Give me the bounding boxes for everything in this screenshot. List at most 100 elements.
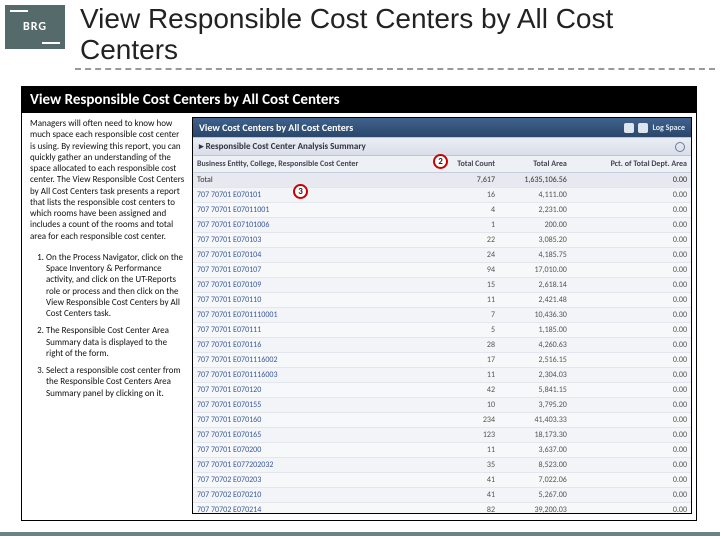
cell-count: 11	[434, 293, 499, 308]
table-row[interactable]: 707 70701 E0701100142,231.000.00	[193, 203, 691, 218]
cell-name: 707 70701 E070200	[193, 443, 434, 458]
cell-area: 2,231.00	[499, 203, 571, 218]
table-row[interactable]: 707 70701 E070104244,185.750.00	[193, 248, 691, 263]
cell-pct: 0.00	[571, 188, 691, 203]
step-item: On the Process Navigator, click on the S…	[46, 252, 186, 320]
cell-pct: 0.00	[571, 278, 691, 293]
cell-name: 707 70701 E070110	[193, 293, 434, 308]
callout-3: 3	[293, 184, 308, 199]
cell-name: 707 70701 E070104	[193, 248, 434, 263]
table-row[interactable]: 707 70701 E071010061200.000.00	[193, 218, 691, 233]
cell-count: 35	[434, 458, 499, 473]
cell-name: 707 70701 E070103	[193, 233, 434, 248]
table-row[interactable]: 707 70701 E077202032358,523.000.00	[193, 458, 691, 473]
cell-count: 123	[434, 428, 499, 443]
footer-divider	[0, 532, 720, 536]
table-row[interactable]: 707 70701 E070200113,637.000.00	[193, 443, 691, 458]
cell-area: 4,185.75	[499, 248, 571, 263]
print-icon[interactable]	[624, 123, 634, 133]
cell-pct: 0.00	[571, 293, 691, 308]
cell-pct: 0.00	[571, 218, 691, 233]
table-row[interactable]: 707 70701 E070120425,841.150.00	[193, 383, 691, 398]
cell-pct: 0.00	[571, 353, 691, 368]
cell-pct: 0.00	[571, 338, 691, 353]
section-heading: View Responsible Cost Centers by All Cos…	[22, 87, 696, 113]
cell-count: 7,617	[434, 173, 499, 188]
table-row[interactable]: Total7,6171,635,106.560.00	[193, 173, 691, 188]
cell-name: 707 70701 E070165	[193, 428, 434, 443]
table-row[interactable]: 707 70702 E070203417,022.060.00	[193, 473, 691, 488]
cell-area: 18,173.30	[499, 428, 571, 443]
summary-table: Business Entity, College, Responsible Co…	[193, 156, 691, 514]
content-frame: View Responsible Cost Centers by All Cos…	[21, 86, 697, 521]
titlebar-icons: Log Space	[624, 123, 685, 133]
cell-count: 41	[434, 488, 499, 503]
title-divider	[75, 68, 715, 70]
cell-area: 10,436.30	[499, 308, 571, 323]
cell-area: 4,111.00	[499, 188, 571, 203]
export-icon[interactable]	[638, 123, 648, 133]
cell-count: 94	[434, 263, 499, 278]
cell-pct: 0.00	[571, 458, 691, 473]
col-pct: Pct. of Total Dept. Area	[571, 156, 691, 173]
cell-name: 707 70701 E07101006	[193, 218, 434, 233]
table-row[interactable]: 707 70701 E07011151,185.000.00	[193, 323, 691, 338]
intro-paragraph: Managers will often need to know how muc…	[30, 118, 186, 242]
cell-pct: 0.00	[571, 473, 691, 488]
cell-pct: 0.00	[571, 173, 691, 188]
table-row[interactable]: 707 70701 E0701079417,010.000.00	[193, 263, 691, 278]
cell-count: 7	[434, 308, 499, 323]
summary-header: ▸ Responsible Cost Center Analysis Summa…	[193, 137, 691, 156]
cell-count: 234	[434, 413, 499, 428]
table-row[interactable]: 707 70701 E0701116003112,304.030.00	[193, 368, 691, 383]
report-panel: View Cost Centers by All Cost Centers Lo…	[192, 117, 692, 514]
cell-area: 2,516.15	[499, 353, 571, 368]
table-row[interactable]: 707 70701 E070103223,085.200.00	[193, 233, 691, 248]
step-item: The Responsible Cost Center Area Summary…	[46, 325, 186, 359]
cell-count: 11	[434, 443, 499, 458]
cell-area: 4,260.63	[499, 338, 571, 353]
table-row[interactable]: 707 70701 E07016512318,173.300.00	[193, 428, 691, 443]
table-row[interactable]: 707 70701 E0701110001710,436.300.00	[193, 308, 691, 323]
cell-name: 707 70701 E070109	[193, 278, 434, 293]
table-row[interactable]: 707 70701 E070155103,795.200.00	[193, 398, 691, 413]
cell-name: 707 70701 E070116	[193, 338, 434, 353]
gear-icon[interactable]	[675, 142, 685, 152]
table-row[interactable]: 707 70701 E0701116002172,516.150.00	[193, 353, 691, 368]
cell-area: 1,635,106.56	[499, 173, 571, 188]
cell-name: 707 70702 E070214	[193, 503, 434, 515]
panel-title-text: View Cost Centers by All Cost Centers	[199, 121, 353, 134]
table-row[interactable]: 707 70702 E070210415,267.000.00	[193, 488, 691, 503]
cell-count: 22	[434, 233, 499, 248]
table-row[interactable]: 707 70701 E070109152,618.140.00	[193, 278, 691, 293]
cell-pct: 0.00	[571, 248, 691, 263]
cell-name: 707 70702 E070210	[193, 488, 434, 503]
page-title: View Responsible Cost Centers by All Cos…	[80, 4, 710, 66]
cell-name: Total	[193, 173, 434, 188]
cell-count: 16	[434, 188, 499, 203]
cell-name: 707 70701 E070120	[193, 383, 434, 398]
table-row[interactable]: 707 70701 E070116284,260.630.00	[193, 338, 691, 353]
table-row[interactable]: 707 70701 E07016023441,403.330.00	[193, 413, 691, 428]
step-item: Select a responsible cost center from th…	[46, 365, 186, 399]
cell-name: 707 70701 E070101	[193, 188, 434, 203]
cell-name: 707 70701 E0701116002	[193, 353, 434, 368]
cell-pct: 0.00	[571, 368, 691, 383]
cell-count: 4	[434, 203, 499, 218]
cell-area: 200.00	[499, 218, 571, 233]
cell-area: 5,841.15	[499, 383, 571, 398]
cell-count: 11	[434, 368, 499, 383]
summary-table-wrap: Business Entity, College, Responsible Co…	[193, 156, 691, 514]
cell-count: 41	[434, 473, 499, 488]
cell-area: 17,010.00	[499, 263, 571, 278]
brg-logo: BRG	[5, 5, 65, 49]
table-row[interactable]: 707 70701 E070110112,421.480.00	[193, 293, 691, 308]
cell-pct: 0.00	[571, 428, 691, 443]
cell-name: 707 70701 E0701116003	[193, 368, 434, 383]
log-space-link[interactable]: Log Space	[652, 123, 685, 133]
cell-name: 707 70701 E070111	[193, 323, 434, 338]
cell-count: 5	[434, 323, 499, 338]
table-row[interactable]: 707 70701 E070101164,111.000.00	[193, 188, 691, 203]
callout-2: 2	[433, 154, 448, 169]
table-row[interactable]: 707 70702 E0702148239,200.030.00	[193, 503, 691, 515]
